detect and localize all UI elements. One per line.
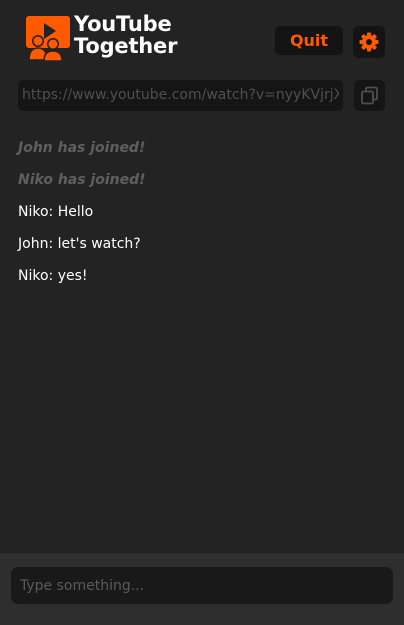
chat-message-input[interactable] xyxy=(11,567,393,604)
logo-text: YouTube Together xyxy=(74,13,177,57)
logo-title-line1: YouTube xyxy=(74,12,172,36)
chat-message: John: let's watch? xyxy=(18,236,141,252)
chat-message: Niko: yes! xyxy=(18,268,88,284)
settings-button[interactable] xyxy=(353,26,385,58)
copy-icon xyxy=(361,86,378,105)
gear-icon xyxy=(359,32,379,52)
logo-icon xyxy=(26,16,70,61)
video-url-field[interactable] xyxy=(18,80,343,111)
system-message: Niko has joined! xyxy=(18,172,146,188)
logo-title-line2: Together xyxy=(74,34,178,58)
quit-button[interactable]: Quit xyxy=(275,26,343,55)
composer-bar xyxy=(0,553,404,625)
app-window: YouTube Together Quit John xyxy=(0,0,404,625)
chat-message: Niko: Hello xyxy=(18,204,94,220)
chat-message-list: John has joined! Niko has joined! Niko: He… xyxy=(18,138,388,298)
copy-url-button[interactable] xyxy=(354,80,385,111)
app-logo: YouTube Together xyxy=(26,13,186,61)
system-message: John has joined! xyxy=(18,140,146,156)
